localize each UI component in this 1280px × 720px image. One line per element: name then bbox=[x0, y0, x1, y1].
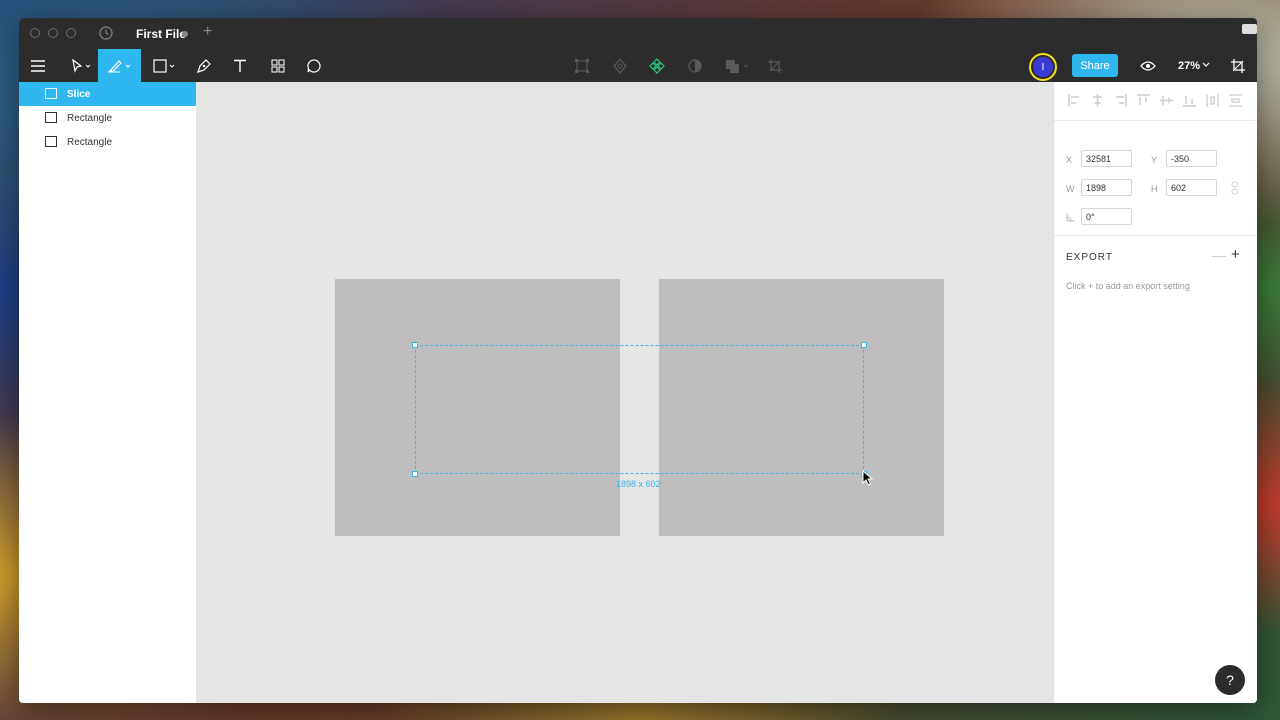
share-button[interactable]: Share bbox=[1072, 54, 1118, 77]
preview-button[interactable] bbox=[1138, 49, 1158, 82]
layer-name: Rectangle bbox=[67, 136, 113, 148]
layer-item[interactable]: Rectangle bbox=[19, 106, 196, 130]
slice-selection-box[interactable] bbox=[415, 345, 864, 474]
shape-tool-button[interactable] bbox=[147, 49, 183, 82]
layer-item[interactable]: Slice bbox=[19, 82, 196, 106]
text-tool-button[interactable] bbox=[229, 49, 251, 82]
cursor-arrow-icon bbox=[72, 58, 91, 73]
y-label: Y bbox=[1151, 155, 1158, 165]
rectangle-icon bbox=[45, 112, 57, 123]
app-window: First File + I Share 27% Slice Rectangle… bbox=[19, 18, 1257, 703]
layers-panel: Slice Rectangle Rectangle bbox=[19, 82, 196, 703]
align-left-icon[interactable] bbox=[1068, 94, 1081, 107]
rectangle-icon bbox=[45, 136, 57, 147]
help-button[interactable]: ? bbox=[1215, 665, 1245, 695]
unsaved-indicator bbox=[182, 31, 188, 37]
section-divider bbox=[1054, 235, 1257, 236]
edit-object-button[interactable] bbox=[572, 49, 592, 82]
avatar-initial: I bbox=[1033, 57, 1053, 77]
pen-icon bbox=[197, 58, 211, 73]
export-hint-text: Click + to add an export setting bbox=[1066, 281, 1190, 291]
constrain-proportions-link-icon[interactable] bbox=[1230, 181, 1240, 195]
distribute-vertical-icon[interactable] bbox=[1229, 94, 1242, 107]
resize-handle-top-right[interactable] bbox=[861, 342, 867, 348]
comment-bubble-icon bbox=[307, 58, 321, 73]
create-component-button[interactable] bbox=[647, 49, 667, 82]
close-window-button[interactable] bbox=[30, 28, 40, 38]
hamburger-menu-icon bbox=[31, 59, 45, 72]
style-button[interactable] bbox=[610, 49, 630, 82]
mask-button[interactable] bbox=[685, 49, 705, 82]
align-right-icon[interactable] bbox=[1114, 94, 1127, 107]
frame-tool-button[interactable] bbox=[1227, 49, 1249, 82]
zoom-level[interactable]: 27% bbox=[1178, 60, 1200, 72]
edit-object-icon bbox=[575, 58, 589, 73]
text-tool-icon bbox=[234, 59, 246, 72]
crop-icon bbox=[768, 58, 782, 73]
export-section-title: EXPORT bbox=[1066, 252, 1113, 263]
component-diamond-icon bbox=[649, 57, 665, 74]
align-horizontal-center-icon[interactable] bbox=[1091, 94, 1104, 107]
w-label: W bbox=[1066, 184, 1075, 194]
window-menu-icon[interactable] bbox=[1242, 24, 1257, 34]
slice-icon bbox=[45, 88, 57, 99]
main-menu-button[interactable] bbox=[25, 49, 51, 82]
layer-name: Rectangle bbox=[67, 112, 113, 124]
file-tab-title[interactable]: First File bbox=[136, 27, 186, 41]
move-tool-button[interactable] bbox=[63, 49, 99, 82]
style-drop-icon bbox=[613, 57, 627, 74]
chevron-down-icon[interactable] bbox=[1202, 62, 1210, 68]
layer-name: Slice bbox=[67, 88, 91, 100]
x-position-input[interactable] bbox=[1081, 150, 1132, 167]
components-button[interactable] bbox=[267, 49, 289, 82]
resize-handle-bottom-left[interactable] bbox=[412, 471, 418, 477]
eye-icon bbox=[1140, 60, 1156, 71]
align-vertical-center-icon[interactable] bbox=[1160, 94, 1173, 107]
version-history-clock-icon[interactable] bbox=[99, 26, 113, 40]
main-toolbar: I Share 27% bbox=[19, 49, 1257, 82]
x-label: X bbox=[1066, 155, 1073, 165]
slice-knife-icon bbox=[107, 59, 130, 72]
slice-tool-button[interactable] bbox=[98, 49, 141, 82]
mouse-cursor-icon bbox=[862, 470, 874, 486]
boolean-union-icon bbox=[726, 59, 749, 73]
title-bar: First File + bbox=[19, 18, 1257, 49]
properties-panel: X Y W H EXPORT — + Click + to add an exp… bbox=[1053, 82, 1257, 703]
boolean-group-button[interactable] bbox=[722, 49, 754, 82]
mask-contrast-icon bbox=[688, 58, 702, 73]
rectangle-tool-icon bbox=[153, 58, 175, 73]
rotation-angle-icon bbox=[1066, 213, 1075, 222]
slice-dimensions-label: 1898 x 602 bbox=[616, 479, 661, 489]
h-label: H bbox=[1151, 184, 1158, 194]
design-canvas[interactable]: 1898 x 602 bbox=[196, 82, 1053, 703]
pen-tool-button[interactable] bbox=[192, 49, 216, 82]
frame-crop-icon bbox=[1231, 58, 1245, 73]
align-bottom-icon[interactable] bbox=[1183, 94, 1196, 107]
width-input[interactable] bbox=[1081, 179, 1132, 196]
crop-button[interactable] bbox=[765, 49, 785, 82]
height-input[interactable] bbox=[1166, 179, 1217, 196]
comment-tool-button[interactable] bbox=[303, 49, 325, 82]
distribute-horizontal-icon[interactable] bbox=[1206, 94, 1219, 107]
alignment-toolbar bbox=[1054, 82, 1257, 121]
resize-handle-top-left[interactable] bbox=[412, 342, 418, 348]
user-avatar[interactable]: I bbox=[1029, 53, 1057, 81]
y-position-input[interactable] bbox=[1166, 150, 1217, 167]
align-top-icon[interactable] bbox=[1137, 94, 1150, 107]
maximize-window-button[interactable] bbox=[66, 28, 76, 38]
grid-icon bbox=[271, 59, 285, 72]
new-tab-button[interactable]: + bbox=[203, 23, 212, 41]
layer-item[interactable]: Rectangle bbox=[19, 130, 196, 154]
add-export-button[interactable]: + bbox=[1231, 246, 1240, 263]
remove-export-button[interactable]: — bbox=[1212, 247, 1226, 263]
minimize-window-button[interactable] bbox=[48, 28, 58, 38]
rotation-input[interactable] bbox=[1081, 208, 1132, 225]
